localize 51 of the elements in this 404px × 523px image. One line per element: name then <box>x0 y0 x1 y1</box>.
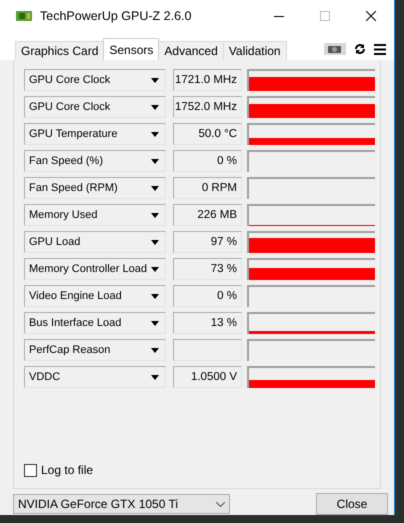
sensor-name-dropdown[interactable]: Memory Controller Load <box>24 258 166 280</box>
sensor-value: 97 % <box>173 231 242 254</box>
sensor-name-dropdown[interactable]: GPU Core Clock <box>24 69 166 92</box>
refresh-icon[interactable] <box>354 43 366 56</box>
sensor-name-dropdown[interactable]: Bus Interface Load <box>24 312 166 334</box>
sensor-name-dropdown[interactable]: Fan Speed (RPM) <box>24 177 166 200</box>
sensor-value: 50.0 °C <box>173 123 242 146</box>
sensor-name-dropdown[interactable]: PerfCap Reason <box>24 339 166 362</box>
caret-icon <box>151 104 159 110</box>
tab[interactable]: Validation <box>222 41 287 60</box>
sensor-value: 0 % <box>173 150 242 172</box>
camera-icon[interactable] <box>324 43 346 56</box>
sensor-value: 0 % <box>173 285 242 308</box>
sensor-name-dropdown[interactable]: Memory Used <box>24 204 166 226</box>
caret-icon <box>151 320 159 326</box>
caret-icon <box>151 348 159 353</box>
caret-icon <box>151 294 159 299</box>
caret-icon <box>151 158 159 164</box>
sensor-value: 1752.0 MHz <box>173 96 242 118</box>
tab[interactable]: Advanced <box>158 41 224 60</box>
caret-icon <box>151 266 159 272</box>
log-checkbox[interactable] <box>24 464 37 476</box>
menu-icon[interactable] <box>374 44 386 55</box>
caret-icon <box>151 212 159 218</box>
close-dialog-button[interactable]: Close <box>316 493 388 515</box>
tab[interactable]: Sensors <box>103 38 160 60</box>
close-icon[interactable] <box>366 11 376 21</box>
sensor-value: 0 RPM <box>173 177 242 200</box>
sensor-name-dropdown[interactable]: Video Engine Load <box>24 285 166 308</box>
caret-icon <box>151 374 159 380</box>
caret-icon <box>151 240 159 245</box>
sensor-value: 13 % <box>173 312 242 334</box>
sensor-name-dropdown[interactable]: GPU Temperature <box>24 123 166 146</box>
caret-icon <box>151 132 159 137</box>
caret-icon <box>151 186 159 191</box>
window-title: TechPowerUp GPU-Z 2.6.0 <box>40 9 192 23</box>
sensor-value: 226 MB <box>173 204 242 226</box>
tab[interactable]: Graphics Card <box>15 41 104 60</box>
sensor-name-dropdown[interactable]: Fan Speed (%) <box>24 150 166 172</box>
checkbox-label: Log to file <box>41 463 94 477</box>
caret-icon <box>151 78 159 83</box>
chevron-icon <box>216 502 225 506</box>
sensor-value: 1.0500 V <box>173 366 242 388</box>
sensor-value: 1721.0 MHz <box>173 69 242 92</box>
sensor-name-dropdown[interactable]: VDDC <box>24 366 166 388</box>
sensor-name-dropdown[interactable]: GPU Load <box>24 231 166 254</box>
graphics-card-icon <box>16 10 32 22</box>
empty-value-field <box>173 339 242 362</box>
gpu-select[interactable]: NVIDIA GeForce GTX 1050 Ti <box>13 494 230 514</box>
sensor-value: 73 % <box>173 258 242 280</box>
sensor-name-dropdown[interactable]: GPU Core Clock <box>24 96 166 118</box>
